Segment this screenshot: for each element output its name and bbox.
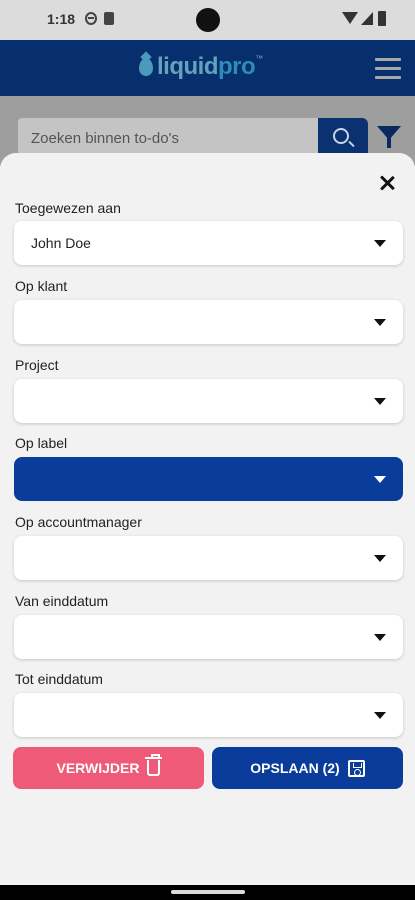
trash-icon xyxy=(145,754,163,776)
status-bar: 1:18 xyxy=(0,0,415,40)
save-button-label: OPSLAAN (2) xyxy=(250,760,340,776)
client-select[interactable] xyxy=(14,300,403,344)
search-button[interactable] xyxy=(318,118,368,158)
assigned-to-value: John Doe xyxy=(31,235,91,251)
to-due-date-select[interactable] xyxy=(14,693,403,737)
assigned-to-select[interactable]: John Doe xyxy=(14,221,403,265)
close-icon[interactable] xyxy=(375,171,399,195)
chevron-down-icon xyxy=(374,476,386,483)
client-label: Op klant xyxy=(15,278,68,294)
label-select[interactable] xyxy=(14,457,403,501)
app-header: liquid pro ™ xyxy=(0,40,415,96)
filter-sheet: Toegewezen aan John Doe Op klant Project… xyxy=(0,153,415,885)
chevron-down-icon xyxy=(374,398,386,405)
modal-scrim xyxy=(0,40,415,96)
delete-button[interactable]: VERWIJDER xyxy=(13,747,204,789)
data-saver-icon xyxy=(85,12,97,25)
status-time: 1:18 xyxy=(47,11,76,27)
chevron-down-icon xyxy=(374,634,386,641)
camera-cutout xyxy=(196,8,220,32)
from-due-date-label: Van einddatum xyxy=(15,593,109,609)
search-placeholder: Zoeken binnen to-do's xyxy=(31,130,179,147)
wifi-icon xyxy=(342,12,358,24)
chevron-down-icon xyxy=(374,555,386,562)
battery-icon xyxy=(378,11,386,26)
assigned-to-label: Toegewezen aan xyxy=(15,200,121,216)
to-due-date-label: Tot einddatum xyxy=(15,671,103,687)
save-button[interactable]: OPSLAAN (2) xyxy=(212,747,403,789)
sim-card-icon xyxy=(104,12,114,25)
account-manager-select[interactable] xyxy=(14,536,403,580)
label-filter-label: Op label xyxy=(15,435,68,451)
signal-icon xyxy=(361,12,373,25)
account-manager-label: Op accountmanager xyxy=(15,514,142,530)
app-screen: 1:18 liquid pro ™ Zoeken binnen to-do's xyxy=(0,0,415,900)
delete-button-label: VERWIJDER xyxy=(56,760,140,776)
search-input[interactable]: Zoeken binnen to-do's xyxy=(18,118,318,158)
chevron-down-icon xyxy=(374,240,386,247)
chevron-down-icon xyxy=(374,712,386,719)
project-select[interactable] xyxy=(14,379,403,423)
chevron-down-icon xyxy=(374,319,386,326)
system-nav-bar xyxy=(0,885,415,900)
home-indicator[interactable] xyxy=(171,890,245,894)
filter-icon[interactable] xyxy=(377,126,401,148)
from-due-date-select[interactable] xyxy=(14,615,403,659)
search-icon xyxy=(333,128,349,144)
project-label: Project xyxy=(15,357,59,373)
save-icon xyxy=(347,759,365,777)
